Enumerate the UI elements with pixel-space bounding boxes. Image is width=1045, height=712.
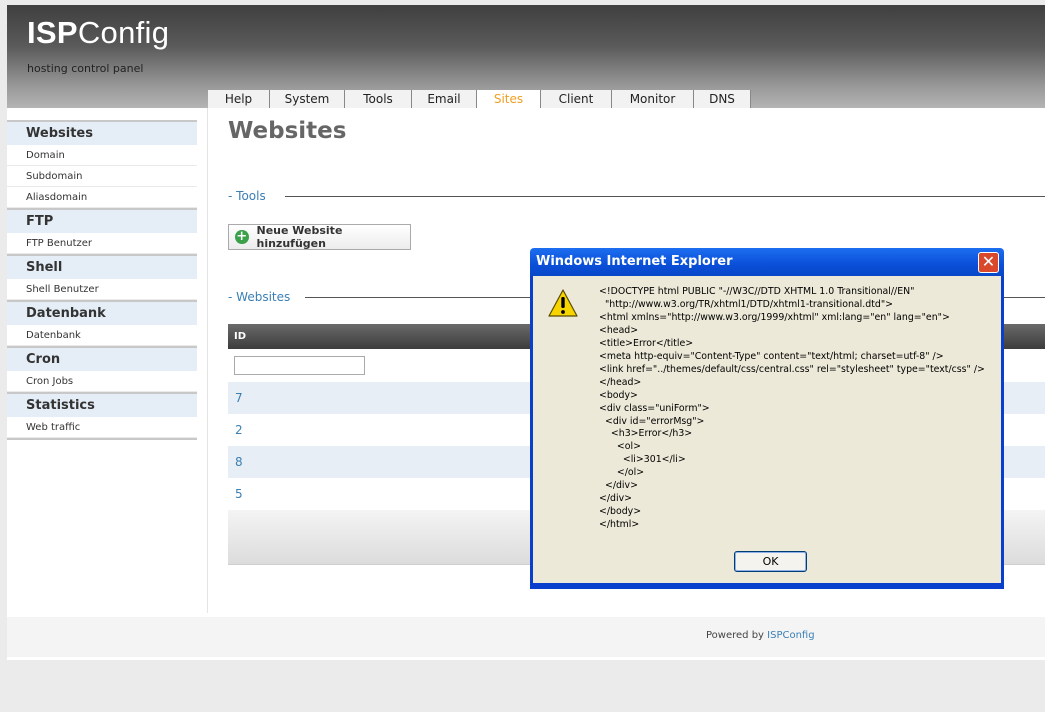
- dialog-body: <!DOCTYPE html PUBLIC "-//W3C//DTD XHTML…: [533, 276, 1001, 583]
- sidebar-item-aliasdomain[interactable]: Aliasdomain: [7, 187, 197, 208]
- tagline: hosting control panel: [27, 62, 144, 75]
- sidebar-heading-shell: Shell: [7, 254, 197, 279]
- tab-dns[interactable]: DNS: [694, 90, 751, 108]
- close-icon[interactable]: ✕: [978, 252, 999, 273]
- footer: Powered by ISPConfig: [7, 617, 1045, 657]
- sidebar-heading-websites: Websites: [7, 120, 197, 145]
- sidebar-heading-datenbank: Datenbank: [7, 300, 197, 325]
- sidebar-item-domain[interactable]: Domain: [7, 145, 197, 166]
- footer-link[interactable]: ISPConfig: [767, 630, 814, 641]
- sidebar-item-ftp-benutzer[interactable]: FTP Benutzer: [7, 233, 197, 254]
- dialog-title-bar[interactable]: Windows Internet Explorer ✕: [530, 248, 1004, 276]
- main-tabs: Help System Tools Email Sites Client Mon…: [208, 90, 751, 108]
- sidebar-heading-cron: Cron: [7, 346, 197, 371]
- page-title: Websites: [228, 118, 347, 144]
- tab-help[interactable]: Help: [208, 90, 270, 108]
- sidebar-item-shell-benutzer[interactable]: Shell Benutzer: [7, 279, 197, 300]
- warning-icon: [548, 289, 578, 317]
- dialog-title: Windows Internet Explorer: [536, 254, 733, 269]
- dialog-message: <!DOCTYPE html PUBLIC "-//W3C//DTD XHTML…: [599, 286, 985, 531]
- tab-sites[interactable]: Sites: [477, 90, 541, 108]
- tools-divider: [285, 196, 1045, 197]
- ok-button[interactable]: OK: [734, 551, 807, 572]
- sidebar-item-web-traffic[interactable]: Web traffic: [7, 417, 197, 438]
- websites-legend: - Websites: [228, 290, 291, 304]
- sidebar-heading-statistics: Statistics: [7, 392, 197, 417]
- tab-tools[interactable]: Tools: [345, 90, 412, 108]
- column-divider: [207, 108, 208, 613]
- footer-text: Powered by: [706, 630, 764, 641]
- sidebar-heading-ftp: FTP: [7, 208, 197, 233]
- sidebar-item-cron-jobs[interactable]: Cron Jobs: [7, 371, 197, 392]
- sidebar: Websites Domain Subdomain Aliasdomain FT…: [7, 120, 197, 440]
- tab-monitor[interactable]: Monitor: [612, 90, 694, 108]
- sidebar-item-subdomain[interactable]: Subdomain: [7, 166, 197, 187]
- alert-dialog: Windows Internet Explorer ✕ <!DOCTYPE ht…: [530, 248, 1004, 589]
- id-filter-input[interactable]: [234, 356, 365, 375]
- plus-icon: +: [235, 229, 249, 244]
- tab-system[interactable]: System: [270, 90, 345, 108]
- tab-email[interactable]: Email: [412, 90, 477, 108]
- logo: ISPConfig: [27, 15, 170, 50]
- add-website-label: Neue Website hinzufügen: [256, 224, 343, 250]
- header: ISPConfig hosting control panel Help Sys…: [7, 5, 1045, 108]
- sidebar-item-datenbank[interactable]: Datenbank: [7, 325, 197, 346]
- tools-legend: - Tools: [228, 189, 266, 203]
- add-website-button[interactable]: + Neue Website hinzufügen: [228, 224, 411, 250]
- sidebar-divider: [7, 438, 197, 440]
- tab-client[interactable]: Client: [541, 90, 612, 108]
